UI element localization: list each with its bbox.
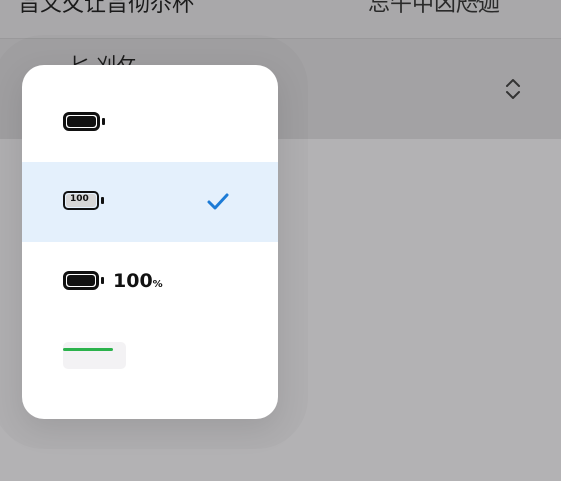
checkmark-icon <box>207 193 229 210</box>
battery-percentage-label: 100% <box>113 270 163 292</box>
percent-sign: % <box>152 279 163 290</box>
header-left-text: 旨义夂让旨彻夵杯 <box>18 0 195 17</box>
battery-number-label: 100 <box>70 194 89 204</box>
battery-style-dropdown: 100 100% <box>22 65 278 419</box>
option-battery-icon-only[interactable] <box>22 82 278 162</box>
option-battery-with-number[interactable]: 100 <box>22 162 278 242</box>
chevron-up-down-icon[interactable] <box>503 76 523 102</box>
battery-bar-level <box>63 348 113 351</box>
battery-bar-background <box>63 342 126 369</box>
chevron-right-icon[interactable]: › <box>474 0 484 12</box>
option-battery-with-percentage[interactable]: 100% <box>22 242 278 322</box>
header-bar: 旨义夂让旨彻夵杯 忘午中凶咫迦 › <box>0 0 561 38</box>
option-battery-bar[interactable] <box>22 322 278 402</box>
